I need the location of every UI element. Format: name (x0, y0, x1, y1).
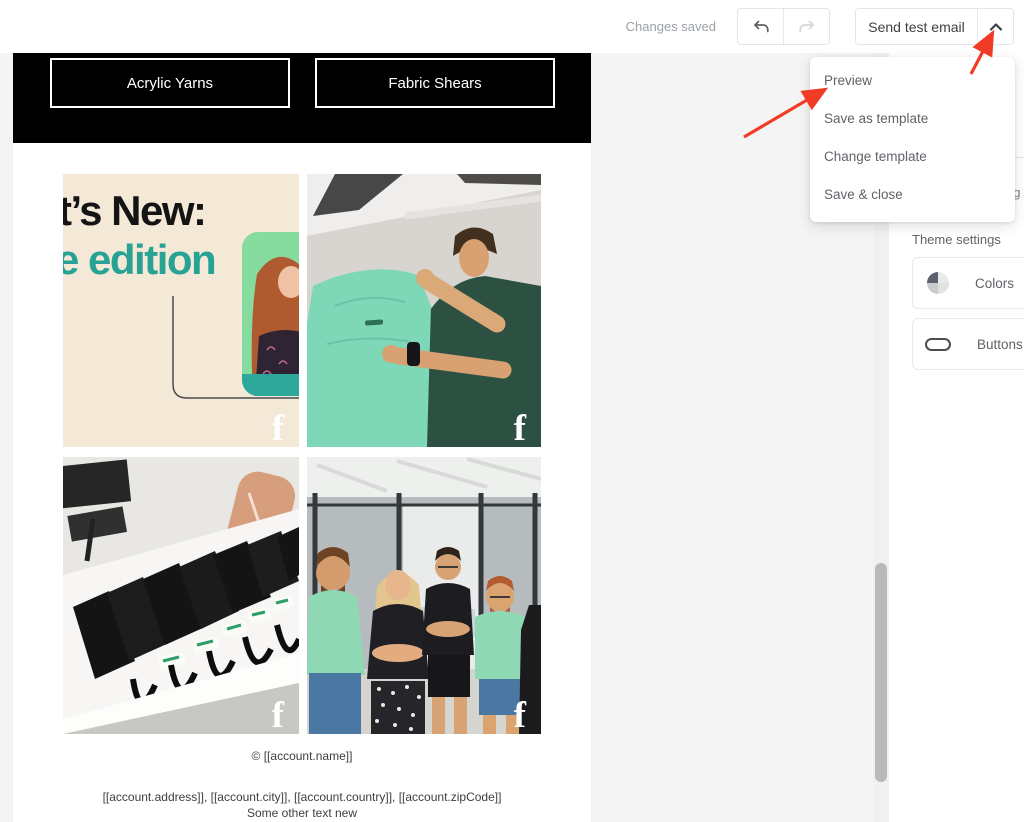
chevron-up-icon (989, 22, 1003, 32)
hero-line-1: t’s New: (63, 187, 205, 234)
buttons-card-label: Buttons (977, 337, 1023, 352)
email-canvas[interactable]: Acrylic Yarns Fabric Shears (13, 53, 591, 822)
menu-item-preview[interactable]: Preview (810, 62, 1015, 100)
email-editor-screen: Acrylic Yarns Fabric Shears (0, 0, 1024, 822)
save-status-text: Changes saved (600, 19, 716, 34)
facebook-icon: f (272, 697, 284, 734)
man-tshirt-photo (307, 174, 541, 447)
team-photo (307, 457, 541, 734)
send-test-email-split-button: Send test email (855, 8, 1014, 45)
redo-button[interactable] (784, 9, 829, 44)
facebook-icon: f (514, 410, 526, 447)
theme-card-colors[interactable]: Colors (912, 257, 1024, 309)
scrollbar-thumb[interactable] (875, 563, 887, 782)
send-test-email-button[interactable]: Send test email (856, 9, 977, 44)
facebook-icon: f (514, 697, 526, 734)
email-footer-address[interactable]: [[account.address]], [[account.city]], [… (13, 790, 591, 804)
hero-line-2: e edition (63, 236, 215, 283)
email-footer-note[interactable]: Some other text new (13, 806, 591, 820)
undo-icon (751, 17, 771, 37)
email-footer-copyright[interactable]: © [[account.name]] (13, 749, 591, 763)
theme-settings-title: Theme settings (912, 232, 1001, 247)
email-nav-button-fabric-shears[interactable]: Fabric Shears (315, 58, 555, 108)
email-image-man-holding-tshirt[interactable]: f (307, 174, 541, 447)
email-image-whats-new-graphic[interactable]: t’s New: e edition f (63, 174, 299, 447)
undo-redo-group (737, 8, 830, 45)
theme-card-buttons[interactable]: Buttons (912, 318, 1024, 370)
send-options-menu: Preview Save as template Change template… (810, 57, 1015, 222)
menu-item-change-template[interactable]: Change template (810, 138, 1015, 176)
buttons-pill-icon (925, 338, 951, 351)
email-image-team-photo[interactable]: f (307, 457, 541, 734)
colors-pie-icon (927, 272, 949, 294)
redo-icon (797, 17, 817, 37)
whats-new-illustration: t’s New: e edition (63, 174, 299, 447)
facebook-icon: f (272, 410, 284, 447)
email-image-tote-bags[interactable]: f (63, 457, 299, 734)
email-header-block[interactable]: Acrylic Yarns Fabric Shears (13, 53, 591, 143)
undo-button[interactable] (738, 9, 783, 44)
email-nav-button-acrylic-yarns[interactable]: Acrylic Yarns (50, 58, 290, 108)
tote-bags-photo (63, 457, 299, 734)
send-options-toggle[interactable] (978, 9, 1013, 44)
menu-item-save-and-close[interactable]: Save & close (810, 176, 1015, 214)
colors-card-label: Colors (975, 276, 1014, 291)
editor-toolbar: Changes saved Send test email (0, 0, 1024, 53)
menu-item-save-as-template[interactable]: Save as template (810, 100, 1015, 138)
